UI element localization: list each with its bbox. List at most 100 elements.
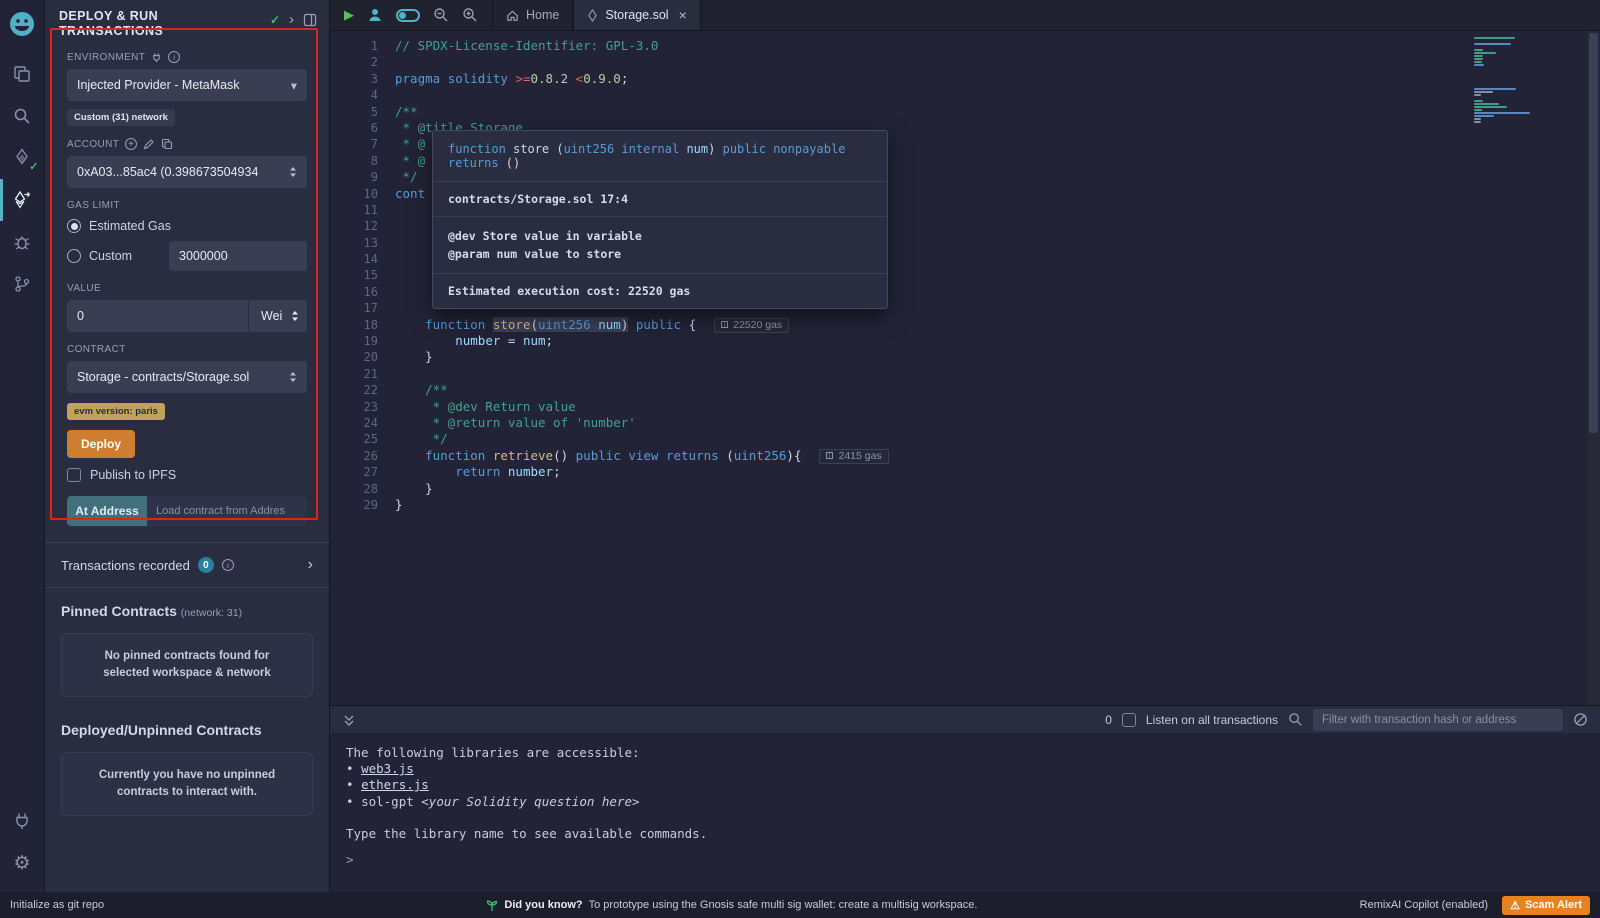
plug-icon[interactable] [151, 52, 162, 63]
toggle-knob [399, 12, 406, 19]
copilot-toggle[interactable] [396, 9, 420, 22]
scam-alert-badge[interactable]: ⚠ Scam Alert [1502, 896, 1590, 915]
value-label-row: VALUE [67, 283, 307, 294]
check-icon: ✓ [270, 13, 280, 27]
custom-gas-label[interactable]: Custom [89, 249, 132, 263]
gas-limit-label: GAS LIMIT [67, 200, 120, 211]
did-you-know: Did you know? To prototype using the Gno… [486, 898, 977, 912]
icon-panel: ✓ ⚙ [0, 0, 45, 892]
editor-scrollbar [1587, 31, 1600, 705]
environment-label: ENVIRONMENT [67, 52, 145, 63]
info-icon[interactable]: i [222, 559, 234, 571]
tooltip-gas-cost: Estimated execution cost: 22520 gas [433, 274, 887, 308]
updown-caret-icon [291, 310, 299, 322]
scrollbar-thumb[interactable] [1589, 33, 1598, 433]
tooltip-doc-param: @param num value to store [448, 245, 872, 263]
git-init-button[interactable]: Initialize as git repo [10, 899, 104, 911]
at-address-input[interactable] [147, 496, 307, 526]
account-value: 0xA03...85ac4 (0.398673504934 [77, 165, 258, 179]
value-row: Wei [67, 300, 307, 332]
estimated-gas-radio[interactable] [67, 219, 81, 233]
listen-transactions-label[interactable]: Listen on all transactions [1146, 713, 1278, 727]
clear-console-icon[interactable] [1573, 712, 1588, 727]
contract-label: CONTRACT [67, 344, 126, 355]
chevron-right-icon[interactable]: › [289, 11, 294, 28]
terminal-prompt[interactable]: > [346, 852, 1600, 867]
terminal-filter-input[interactable] [1313, 709, 1563, 731]
run-script-button[interactable]: ▶ [344, 7, 354, 23]
pinned-empty-message: No pinned contracts found for selected w… [61, 633, 313, 697]
pinned-contracts-title: Pinned Contracts (network: 31) [45, 588, 329, 623]
tooltip-docs: @dev Store value in variable @param num … [433, 217, 887, 274]
tooltip-doc-dev: @dev Store value in variable [448, 227, 872, 245]
tooltip-location: contracts/Storage.sol 17:4 [433, 182, 887, 217]
zoom-in-button[interactable] [462, 7, 478, 23]
hover-tooltip: function store (uint256 internal num) pu… [432, 130, 888, 309]
sidebar-item-git[interactable] [0, 263, 45, 305]
transactions-recorded-row: Transactions recorded 0 i › [45, 543, 329, 587]
transactions-count-badge: 0 [198, 557, 214, 573]
terminal-header: 0 Listen on all transactions [330, 705, 1600, 733]
estimated-gas-option: Estimated Gas [67, 219, 307, 233]
add-account-icon[interactable]: + [125, 138, 137, 150]
sidebar-item-settings[interactable]: ⚙ [0, 842, 45, 884]
value-input[interactable] [67, 300, 249, 332]
editor-tabbar: ▶ Home Storage.sol × [330, 0, 1600, 31]
custom-gas-input[interactable] [169, 241, 307, 271]
search-icon[interactable] [1288, 712, 1303, 727]
sidebar-item-plugin-manager[interactable] [0, 800, 45, 842]
tooltip-signature: function store (uint256 internal num) pu… [433, 131, 887, 182]
info-icon[interactable]: i [168, 51, 180, 63]
account-select[interactable]: 0xA03...85ac4 (0.398673504934 [67, 156, 307, 188]
publish-ipfs-checkbox[interactable] [67, 468, 81, 482]
publish-ipfs-row: Publish to IPFS [67, 468, 307, 482]
tab-file-label: Storage.sol [605, 8, 668, 22]
account-label-row: ACCOUNT + [67, 138, 307, 150]
edit-icon[interactable] [143, 138, 155, 150]
collapse-terminal-icon[interactable] [342, 713, 356, 727]
contract-value: Storage - contracts/Storage.sol [77, 370, 249, 384]
estimated-gas-label[interactable]: Estimated Gas [89, 219, 171, 233]
panel-title-line1: DEPLOY & RUN [59, 9, 163, 24]
terminal[interactable]: The following libraries are accessible:•… [330, 733, 1600, 892]
terminal-lines: The following libraries are accessible:•… [346, 745, 1600, 842]
sidebar-item-search[interactable] [0, 95, 45, 137]
value-unit-select[interactable]: Wei [249, 300, 307, 332]
sidebar-item-file-explorer[interactable] [0, 53, 45, 95]
copy-icon[interactable] [161, 138, 173, 150]
copilot-avatar-icon[interactable] [367, 7, 383, 23]
at-address-button[interactable]: At Address [67, 496, 147, 526]
sidebar-item-solidity-compiler[interactable]: ✓ [0, 137, 45, 179]
panel-title-line2: TRANSACTIONS [59, 24, 163, 39]
scam-alert-label: Scam Alert [1525, 899, 1582, 911]
environment-select[interactable]: Injected Provider - MetaMask ▾ [67, 69, 307, 101]
listen-transactions-checkbox[interactable] [1122, 713, 1136, 727]
tab-storage-sol[interactable]: Storage.sol × [573, 0, 700, 30]
environment-value: Injected Provider - MetaMask [77, 78, 240, 92]
main-area: ▶ Home Storage.sol × [330, 0, 1600, 892]
zoom-out-button[interactable] [433, 7, 449, 23]
publish-ipfs-label[interactable]: Publish to IPFS [90, 468, 176, 482]
environment-label-row: ENVIRONMENT i [67, 51, 307, 63]
deployed-empty-message: Currently you have no unpinned contracts… [61, 752, 313, 816]
custom-gas-option: Custom [67, 241, 307, 271]
close-tab-icon[interactable]: × [679, 7, 687, 23]
tab-home-label: Home [526, 8, 559, 22]
gear-icon: ⚙ [13, 854, 30, 873]
deployed-contracts-title: Deployed/Unpinned Contracts [45, 707, 329, 742]
remix-ide: ✓ ⚙ DEPLOY & RUN TRANSACTIONS ✓ › [0, 0, 1600, 918]
minimap[interactable] [1474, 37, 1582, 124]
deploy-button[interactable]: Deploy [67, 430, 135, 458]
chevron-right-icon[interactable]: › [308, 556, 313, 574]
copilot-status[interactable]: RemixAI Copilot (enabled) [1360, 899, 1488, 911]
custom-gas-radio[interactable] [67, 249, 81, 263]
pin-panel-icon[interactable] [303, 13, 317, 27]
contract-select[interactable]: Storage - contracts/Storage.sol [67, 361, 307, 393]
deploy-run-panel: DEPLOY & RUN TRANSACTIONS ✓ › ENVIRONMEN… [45, 0, 330, 892]
sidebar-item-deploy-run[interactable] [0, 179, 45, 221]
value-label: VALUE [67, 283, 101, 294]
remix-logo-icon[interactable] [7, 9, 37, 39]
at-address-row: At Address [67, 496, 307, 526]
sidebar-item-debugger[interactable] [0, 221, 45, 263]
tab-home[interactable]: Home [492, 0, 573, 30]
